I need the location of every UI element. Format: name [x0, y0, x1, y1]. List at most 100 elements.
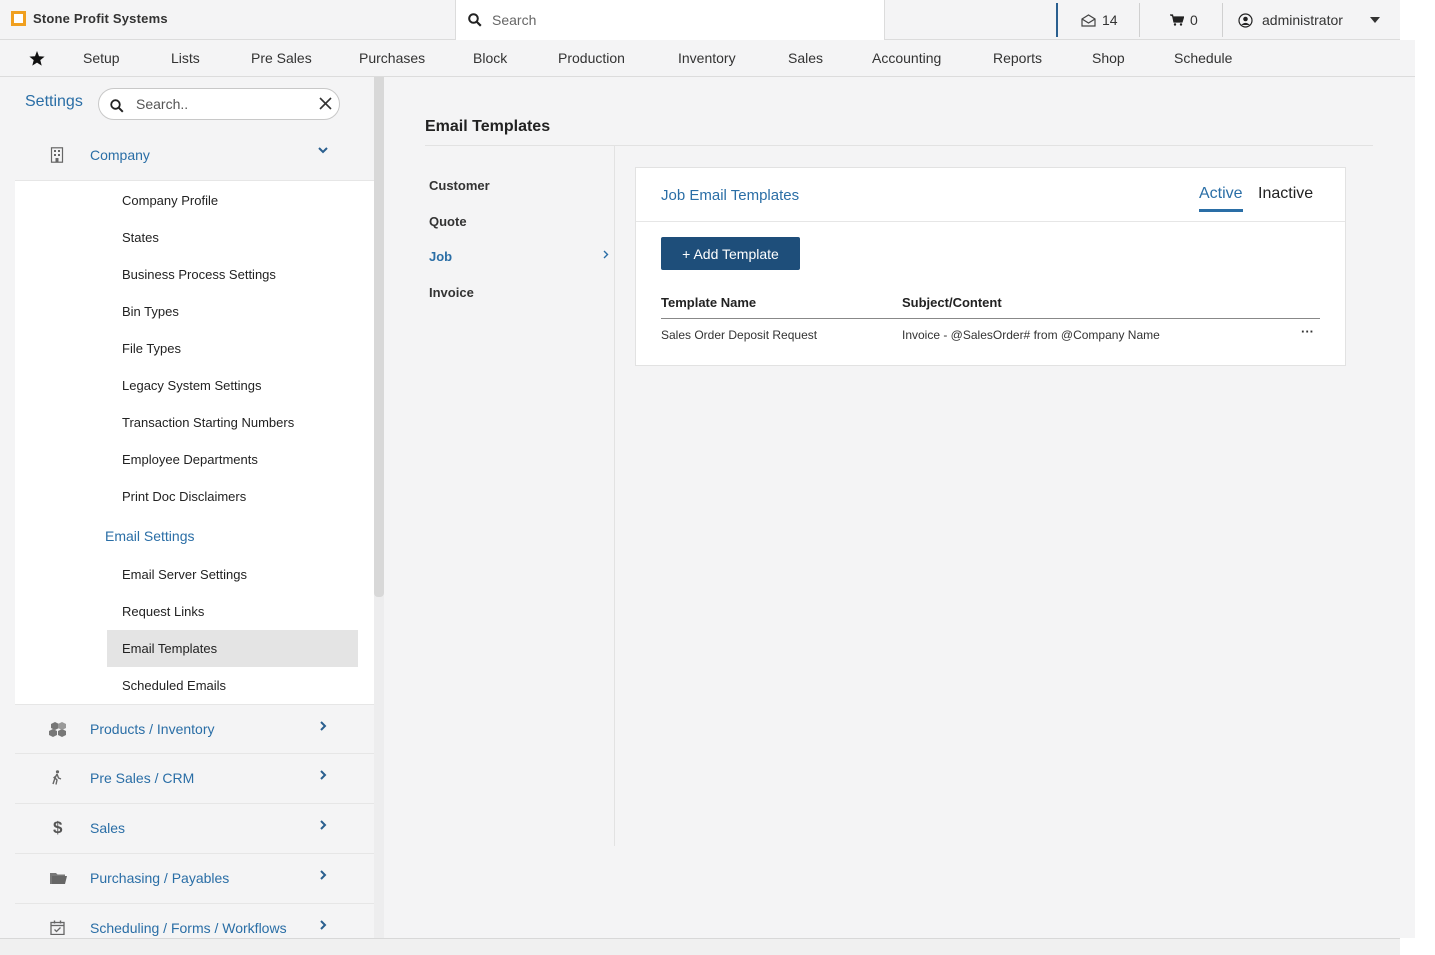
- nav-production[interactable]: Production: [558, 40, 625, 77]
- brand[interactable]: Stone Profit Systems: [11, 11, 168, 26]
- top-separator: [1056, 3, 1058, 37]
- nav-inventory[interactable]: Inventory: [678, 40, 736, 77]
- search-icon: [110, 99, 124, 113]
- sidebar-item-employee-departments[interactable]: Employee Departments: [15, 441, 374, 478]
- dollar-icon: $: [53, 818, 63, 837]
- horizontal-scrollbar[interactable]: [0, 938, 1400, 955]
- settings-menu: Company Company Profile States Business …: [15, 131, 374, 938]
- sidebar-item-email-templates[interactable]: Email Templates: [107, 630, 358, 667]
- section-sales[interactable]: $ Sales: [15, 804, 374, 854]
- nav-sales[interactable]: Sales: [788, 40, 823, 77]
- sidebar-scrollbar-thumb[interactable]: [374, 77, 384, 597]
- sidebar-group-email-settings[interactable]: Email Settings: [15, 515, 374, 556]
- section-purchasing-payables-label: Purchasing / Payables: [90, 870, 230, 886]
- nav-pre-sales[interactable]: Pre Sales: [251, 40, 312, 77]
- settings-search-input[interactable]: [136, 96, 306, 112]
- section-products-inventory[interactable]: Products / Inventory: [15, 704, 374, 754]
- card-title: Job Email Templates: [661, 187, 800, 204]
- section-pre-sales-crm-label: Pre Sales / CRM: [90, 770, 195, 786]
- messages-count: 14: [1102, 12, 1118, 28]
- top-divider: [1139, 3, 1140, 37]
- job-email-templates-card: Job Email Templates Active Inactive + Ad…: [635, 167, 1346, 366]
- tab-inactive[interactable]: Inactive: [1258, 185, 1313, 209]
- tab-active[interactable]: Active: [1199, 185, 1243, 212]
- section-company-label: Company: [90, 147, 150, 163]
- section-purchasing-payables[interactable]: Purchasing / Payables: [15, 854, 374, 904]
- global-search-input[interactable]: [492, 12, 852, 28]
- section-company[interactable]: Company: [15, 131, 374, 181]
- sidebar-item-request-links[interactable]: Request Links: [15, 593, 374, 630]
- sidebar-item-email-server-settings[interactable]: Email Server Settings: [15, 556, 374, 593]
- brand-name: Stone Profit Systems: [33, 11, 168, 26]
- chevron-right-icon: [603, 250, 609, 259]
- settings-sidebar: Settings Company Company Profile States …: [0, 77, 384, 938]
- column-header-template-name: Template Name: [661, 295, 757, 310]
- template-type-nav: Customer Quote Job Invoice: [425, 146, 615, 846]
- main-nav: Setup Lists Pre Sales Purchases Block Pr…: [0, 40, 1415, 77]
- clear-search-icon[interactable]: [319, 97, 332, 110]
- section-scheduling-forms-workflows[interactable]: Scheduling / Forms / Workflows: [15, 904, 374, 938]
- collapsed-sections: Products / Inventory Pre Sales / CRM $ S…: [15, 704, 374, 938]
- company-items: Company Profile States Business Process …: [15, 181, 374, 704]
- page-title: Email Templates: [425, 118, 551, 135]
- sidebar-item-bin-types[interactable]: Bin Types: [15, 293, 374, 330]
- nav-schedule[interactable]: Schedule: [1174, 40, 1232, 77]
- sidebar-item-transaction-starting-numbers[interactable]: Transaction Starting Numbers: [15, 404, 374, 441]
- subnav-customer[interactable]: Customer: [429, 178, 609, 193]
- nav-shop[interactable]: Shop: [1092, 40, 1125, 77]
- row-actions-menu[interactable]: ···: [1301, 324, 1314, 339]
- building-icon: [50, 147, 64, 163]
- settings-title: Settings: [25, 93, 83, 110]
- user-name: administrator: [1262, 12, 1343, 28]
- subnav-quote[interactable]: Quote: [429, 214, 609, 229]
- section-scheduling-forms-workflows-label: Scheduling / Forms / Workflows: [90, 920, 287, 936]
- folder-icon: [50, 873, 67, 884]
- brand-logo-icon: [11, 11, 26, 26]
- sidebar-item-legacy-system-settings[interactable]: Legacy System Settings: [15, 367, 374, 404]
- subnav-job-label: Job: [429, 249, 453, 264]
- top-divider: [1222, 3, 1223, 37]
- nav-reports[interactable]: Reports: [993, 40, 1042, 77]
- chevron-down-icon: [318, 147, 328, 154]
- sidebar-item-scheduled-emails[interactable]: Scheduled Emails: [15, 667, 374, 704]
- subnav-invoice[interactable]: Invoice: [429, 285, 609, 300]
- nav-accounting[interactable]: Accounting: [872, 40, 941, 77]
- caret-down-icon: [1369, 17, 1380, 23]
- chevron-right-icon: [320, 920, 327, 930]
- search-icon: [468, 13, 482, 27]
- cart-icon: [1170, 14, 1184, 26]
- cart-button[interactable]: 0: [1170, 0, 1198, 40]
- section-pre-sales-crm[interactable]: Pre Sales / CRM: [15, 754, 374, 804]
- sidebar-item-business-process-settings[interactable]: Business Process Settings: [15, 256, 374, 293]
- sidebar-item-company-profile[interactable]: Company Profile: [15, 182, 374, 219]
- cart-count: 0: [1190, 12, 1198, 28]
- nav-purchases[interactable]: Purchases: [359, 40, 425, 77]
- chevron-right-icon: [320, 870, 327, 880]
- envelope-icon: [1081, 13, 1096, 27]
- top-bar: Stone Profit Systems 14 0 administrator: [0, 0, 1400, 40]
- user-menu[interactable]: administrator: [1238, 0, 1380, 40]
- subnav-job[interactable]: Job: [429, 249, 609, 264]
- section-sales-label: Sales: [90, 820, 126, 836]
- favorites-star-icon[interactable]: [29, 51, 45, 66]
- sidebar-item-file-types[interactable]: File Types: [15, 330, 374, 367]
- global-search: [455, 0, 885, 40]
- sidebar-item-print-doc-disclaimers[interactable]: Print Doc Disclaimers: [15, 478, 374, 515]
- chevron-right-icon: [320, 721, 327, 731]
- settings-search: [98, 88, 340, 120]
- sidebar-item-states[interactable]: States: [15, 219, 374, 256]
- row-subject-content: Invoice - @SalesOrder# from @Company Nam…: [902, 328, 1160, 342]
- column-header-subject-content: Subject/Content: [902, 295, 1002, 310]
- cubes-icon: [49, 722, 66, 737]
- add-template-button[interactable]: + Add Template: [661, 237, 800, 270]
- nav-setup[interactable]: Setup: [83, 40, 120, 77]
- nav-lists[interactable]: Lists: [171, 40, 200, 77]
- card-header-divider: [636, 221, 1345, 222]
- sidebar-scrollbar[interactable]: [374, 77, 384, 938]
- messages-button[interactable]: 14: [1081, 0, 1118, 40]
- chevron-right-icon: [320, 820, 327, 830]
- nav-block[interactable]: Block: [473, 40, 507, 77]
- user-circle-icon: [1238, 12, 1253, 28]
- main-content: Email Templates Customer Quote Job Invoi…: [384, 77, 1415, 938]
- row-template-name[interactable]: Sales Order Deposit Request: [661, 328, 817, 342]
